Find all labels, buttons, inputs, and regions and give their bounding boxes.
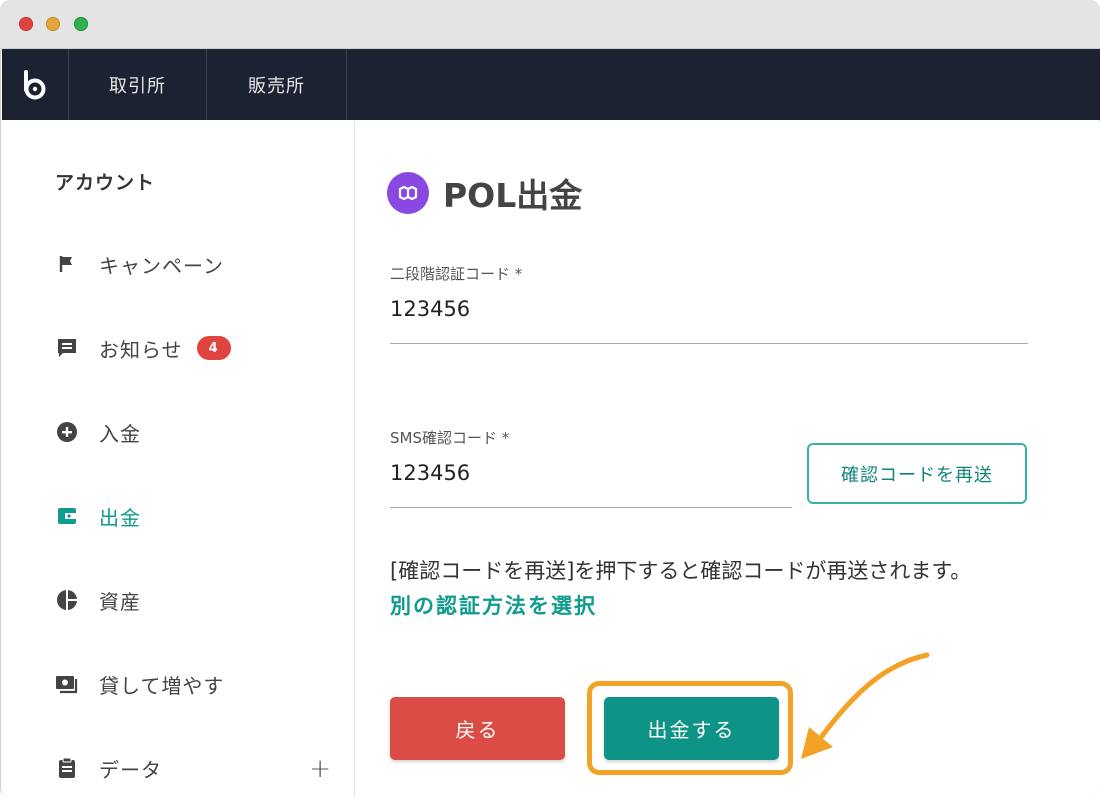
expand-plus-icon[interactable]: + xyxy=(309,754,332,784)
top-navigation: 取引所 販売所 xyxy=(2,49,1100,120)
sidebar-item-lending[interactable]: 貸して増やす xyxy=(52,664,342,704)
sidebar-item-label: キャンペーン xyxy=(99,253,224,278)
bitbank-logo-icon[interactable] xyxy=(2,49,69,120)
clipboard-icon xyxy=(52,753,82,783)
sidebar-item-label: データ xyxy=(99,757,162,782)
nav-tab-exchange[interactable]: 取引所 xyxy=(69,49,207,120)
polygon-icon xyxy=(387,172,429,214)
two-factor-label: 二段階認証コード * xyxy=(390,265,523,283)
sidebar-item-label: 貸して増やす xyxy=(99,673,225,698)
resend-code-button[interactable]: 確認コードを再送 xyxy=(807,443,1027,504)
close-window-button[interactable] xyxy=(19,17,33,31)
sms-code-underline xyxy=(390,507,792,508)
sidebar-item-data[interactable]: データ + xyxy=(52,748,342,788)
message-icon xyxy=(52,333,82,363)
minimize-window-button[interactable] xyxy=(46,17,60,31)
sidebar-item-deposit[interactable]: 入金 xyxy=(52,412,342,452)
pie-chart-icon xyxy=(52,585,82,615)
sidebar-title: アカウント xyxy=(55,172,156,194)
resend-note: [確認コードを再送]を押下すると確認コードが再送されます。 xyxy=(390,559,972,583)
browser-window: 取引所 販売所 アカウント キャンペーン お知らせ 4 入金 出金 資産 貸して… xyxy=(0,0,1100,798)
plus-circle-icon xyxy=(52,417,82,447)
alternate-auth-link[interactable]: 別の認証方法を選択 xyxy=(390,590,597,620)
sidebar-item-news[interactable]: お知らせ 4 xyxy=(52,328,342,368)
withdraw-form: POL出金 二段階認証コード * 123456 SMS確認コード * 12345… xyxy=(355,121,1100,798)
page-title-text: POL出金 xyxy=(443,176,583,215)
back-button[interactable]: 戻る xyxy=(390,697,565,760)
sidebar-item-campaign[interactable]: キャンペーン xyxy=(52,244,342,284)
sms-code-input[interactable]: 123456 xyxy=(390,461,470,485)
sidebar-item-label: 入金 xyxy=(99,421,141,446)
sidebar-item-label: 資産 xyxy=(99,589,141,614)
account-sidebar: アカウント キャンペーン お知らせ 4 入金 出金 資産 貸して増やす データ … xyxy=(2,121,355,798)
sms-code-label: SMS確認コード * xyxy=(390,429,510,447)
notification-count-badge: 4 xyxy=(196,336,231,360)
sidebar-item-label: お知らせ xyxy=(99,337,183,362)
sidebar-item-assets[interactable]: 資産 xyxy=(52,580,342,620)
two-factor-underline xyxy=(390,343,1028,344)
flag-icon xyxy=(52,249,82,279)
pointer-arrow-icon xyxy=(801,652,930,759)
window-titlebar xyxy=(0,0,1100,49)
maximize-window-button[interactable] xyxy=(74,17,88,31)
nav-tab-sales[interactable]: 販売所 xyxy=(207,49,347,120)
sidebar-item-withdraw[interactable]: 出金 xyxy=(52,496,342,536)
lend-icon xyxy=(52,669,82,699)
withdraw-button[interactable]: 出金する xyxy=(604,697,779,760)
sidebar-item-label: 出金 xyxy=(99,505,141,530)
page-title: POL出金 xyxy=(387,169,582,217)
wallet-icon xyxy=(52,501,82,531)
two-factor-input[interactable]: 123456 xyxy=(390,297,470,321)
